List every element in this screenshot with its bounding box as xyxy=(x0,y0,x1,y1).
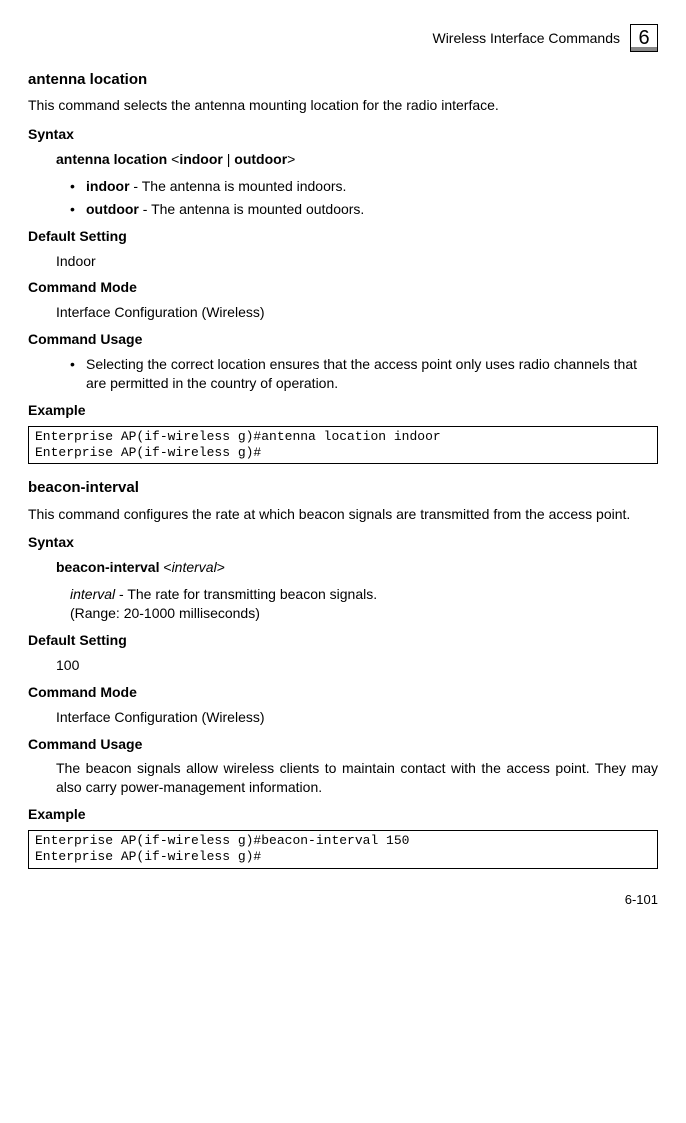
command-name-antenna-location: antenna location xyxy=(28,70,658,90)
param-desc-indoor: - The antenna is mounted indoors. xyxy=(130,178,347,194)
syntax-option-outdoor: outdoor xyxy=(234,151,287,167)
syntax-sep: | xyxy=(223,151,234,167)
syntax-option-indoor: indoor xyxy=(179,151,223,167)
example-code-box: Enterprise AP(if-wireless g)#beacon-inte… xyxy=(28,830,658,869)
param-indoor: indoor - The antenna is mounted indoors. xyxy=(70,177,658,196)
default-setting-label: Default Setting xyxy=(28,631,658,650)
command-usage-label: Command Usage xyxy=(28,735,658,754)
example-label: Example xyxy=(28,805,658,824)
syntax-arg-interval: interval xyxy=(172,559,217,575)
param-desc-outdoor: - The antenna is mounted outdoors. xyxy=(139,201,364,217)
example-label: Example xyxy=(28,401,658,420)
arg-range: (Range: 20-1000 milliseconds) xyxy=(70,605,260,621)
syntax-label: Syntax xyxy=(28,125,658,144)
command-usage-label: Command Usage xyxy=(28,330,658,349)
syntax-lt: < xyxy=(163,559,171,575)
syntax-gt: > xyxy=(287,151,295,167)
syntax-gt: > xyxy=(217,559,225,575)
page-footer: 6-101 xyxy=(28,891,658,909)
default-setting-label: Default Setting xyxy=(28,227,658,246)
command-description: This command configures the rate at whic… xyxy=(28,505,658,524)
usage-text: Selecting the correct location ensures t… xyxy=(86,356,637,391)
example-code-box: Enterprise AP(if-wireless g)#antenna loc… xyxy=(28,426,658,465)
default-setting-value: 100 xyxy=(56,656,658,675)
command-mode-value: Interface Configuration (Wireless) xyxy=(56,708,658,727)
usage-text: The beacon signals allow wireless client… xyxy=(56,759,658,797)
chapter-number: 6 xyxy=(638,25,649,52)
syntax-line: antenna location <indoor | outdoor> xyxy=(56,150,658,169)
arg-name-interval: interval xyxy=(70,586,115,602)
arg-desc-text: - The rate for transmitting beacon signa… xyxy=(115,586,377,602)
param-name-outdoor: outdoor xyxy=(86,201,139,217)
page-header: Wireless Interface Commands 6 xyxy=(28,24,658,52)
param-outdoor: outdoor - The antenna is mounted outdoor… xyxy=(70,200,658,219)
usage-list: Selecting the correct location ensures t… xyxy=(70,355,658,393)
param-list: indoor - The antenna is mounted indoors.… xyxy=(70,177,658,219)
command-description: This command selects the antenna mountin… xyxy=(28,96,658,115)
chapter-badge: 6 xyxy=(630,24,658,52)
usage-item: Selecting the correct location ensures t… xyxy=(70,355,658,393)
command-mode-value: Interface Configuration (Wireless) xyxy=(56,303,658,322)
syntax-label: Syntax xyxy=(28,533,658,552)
syntax-prefix: beacon-interval xyxy=(56,559,163,575)
syntax-prefix: antenna location xyxy=(56,151,171,167)
command-name-beacon-interval: beacon-interval xyxy=(28,478,658,498)
syntax-line: beacon-interval <interval> xyxy=(56,558,658,577)
arg-description: interval - The rate for transmitting bea… xyxy=(70,585,658,623)
header-title: Wireless Interface Commands xyxy=(432,29,620,48)
default-setting-value: Indoor xyxy=(56,252,658,271)
command-mode-label: Command Mode xyxy=(28,278,658,297)
command-mode-label: Command Mode xyxy=(28,683,658,702)
param-name-indoor: indoor xyxy=(86,178,130,194)
